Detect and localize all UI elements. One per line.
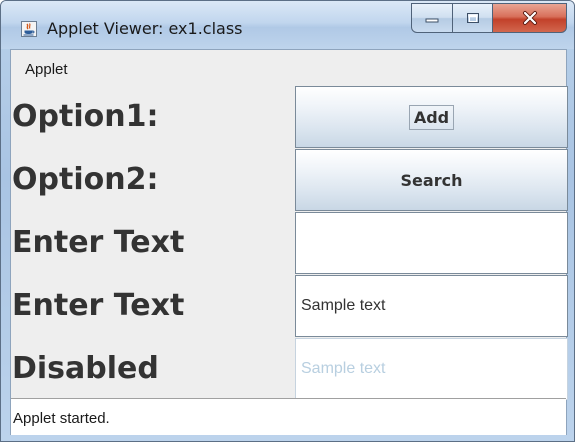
applet-panel: Applet Option1: Add Option2: Search Ente… <box>10 49 568 435</box>
search-button[interactable]: Search <box>295 149 568 211</box>
status-bar: Applet started. <box>11 398 566 435</box>
disabled-label: Disabled <box>12 351 159 386</box>
enter-text-label-2: Enter Text <box>12 288 185 323</box>
maximize-button[interactable] <box>453 3 493 33</box>
menu-applet[interactable]: Applet <box>25 61 68 78</box>
title-bar[interactable]: Applet Viewer: ex1.class <box>1 1 574 49</box>
maximize-icon <box>466 13 479 23</box>
enter-text-label-1: Enter Text <box>12 225 185 260</box>
close-button[interactable] <box>493 3 567 33</box>
status-text: Applet started. <box>13 410 110 427</box>
text-field-sample[interactable] <box>295 275 568 337</box>
text-field-disabled <box>295 338 568 400</box>
window-title: Applet Viewer: ex1.class <box>47 19 243 38</box>
option1-label: Option1: <box>12 99 159 134</box>
add-button[interactable]: Add <box>295 86 568 148</box>
add-button-label: Add <box>408 104 455 130</box>
option2-label: Option2: <box>12 162 159 197</box>
window-controls <box>411 3 567 37</box>
text-field-empty[interactable] <box>295 212 568 274</box>
minimize-button[interactable] <box>411 3 453 33</box>
menu-bar: Applet <box>11 50 566 84</box>
applet-viewer-window: Applet Viewer: ex1.class Applet Option1:… <box>0 0 575 442</box>
java-applet-icon <box>21 21 37 37</box>
minimize-icon <box>425 18 439 23</box>
close-icon <box>522 11 537 25</box>
